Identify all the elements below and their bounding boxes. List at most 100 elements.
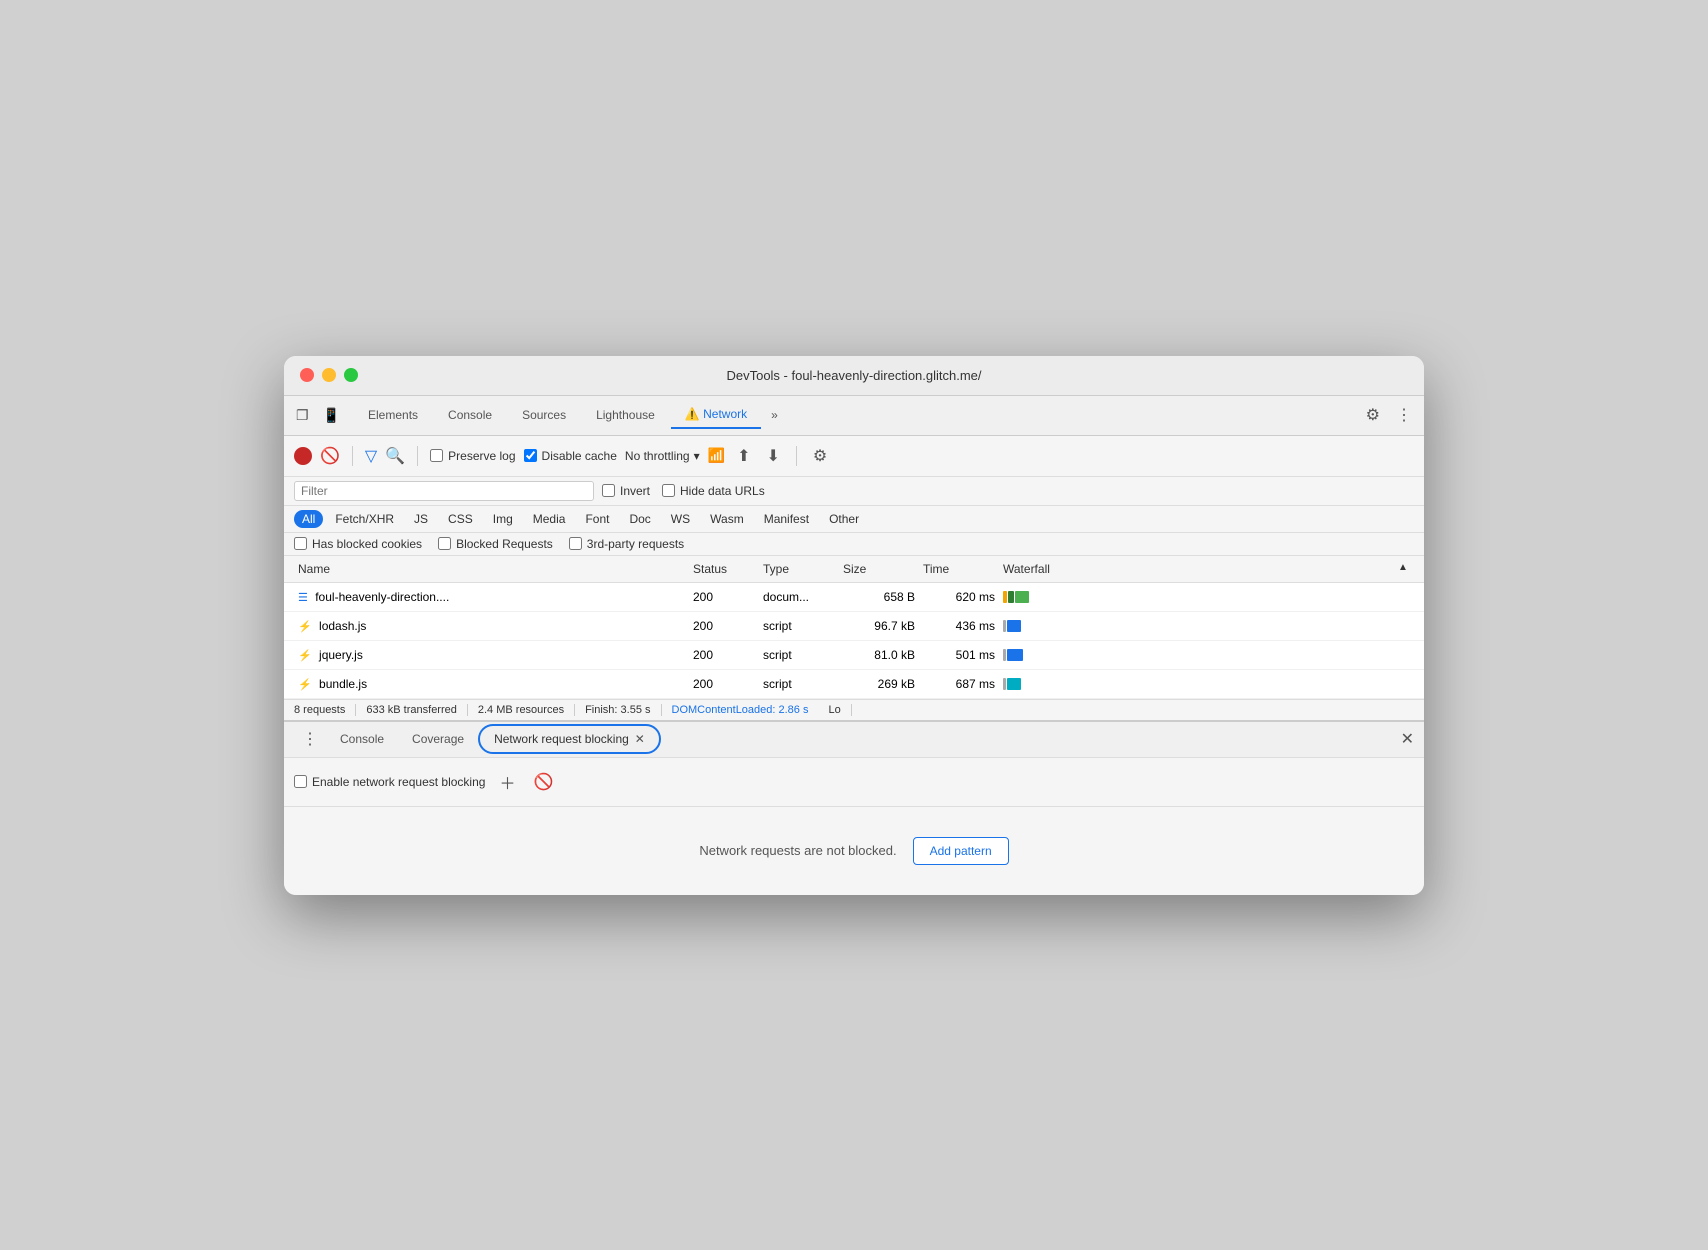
table-row[interactable]: ☰ foul-heavenly-direction.... 200 docum.… xyxy=(284,583,1424,612)
row-extra xyxy=(1394,624,1414,628)
add-pattern-icon[interactable]: ＋ xyxy=(495,766,519,798)
add-pattern-button[interactable]: Add pattern xyxy=(913,837,1009,865)
type-fetch-xhr[interactable]: Fetch/XHR xyxy=(327,510,402,528)
tab-console-bottom[interactable]: Console xyxy=(326,726,398,752)
device-icon[interactable]: 📱 xyxy=(319,403,344,428)
close-panel-icon[interactable]: ✕ xyxy=(1401,729,1414,749)
filter-bar: Invert Hide data URLs xyxy=(284,477,1424,506)
tab-close-icon[interactable]: ✕ xyxy=(635,732,645,746)
minimize-button[interactable] xyxy=(322,368,336,382)
col-size[interactable]: Size xyxy=(839,560,919,578)
status-bar: 8 requests 633 kB transferred 2.4 MB res… xyxy=(284,699,1424,720)
more-options-icon[interactable]: ⋮ xyxy=(1392,401,1416,429)
preserve-log-checkbox[interactable] xyxy=(430,449,443,462)
filter-input[interactable] xyxy=(294,481,594,501)
cursor-icon[interactable]: ❐ xyxy=(292,403,313,428)
disable-cache-checkbox[interactable] xyxy=(524,449,537,462)
type-ws[interactable]: WS xyxy=(663,510,698,528)
tab-console[interactable]: Console xyxy=(434,402,506,428)
window-controls xyxy=(300,368,358,382)
has-blocked-cookies-label[interactable]: Has blocked cookies xyxy=(294,537,422,551)
settings-icon[interactable]: ⚙ xyxy=(1362,401,1384,429)
tab-list: Elements Console Sources Lighthouse ⚠️ N… xyxy=(354,401,1362,429)
preserve-log-label[interactable]: Preserve log xyxy=(430,449,515,463)
type-css[interactable]: CSS xyxy=(440,510,481,528)
type-js[interactable]: JS xyxy=(406,510,436,528)
enable-blocking-checkbox[interactable] xyxy=(294,775,307,788)
type-doc[interactable]: Doc xyxy=(621,510,658,528)
hide-data-urls-label[interactable]: Hide data URLs xyxy=(662,484,765,498)
col-waterfall[interactable]: Waterfall xyxy=(999,560,1394,578)
clear-button[interactable]: 🚫 xyxy=(320,446,340,466)
type-filter-bar: All Fetch/XHR JS CSS Img Media Font Doc … xyxy=(284,506,1424,533)
type-img[interactable]: Img xyxy=(485,510,521,528)
sort-arrow[interactable]: ▲ xyxy=(1394,560,1414,578)
filter-button[interactable]: ▽ xyxy=(365,446,377,466)
network-settings-icon[interactable]: ⚙ xyxy=(809,442,831,470)
finish-time: Finish: 3.55 s xyxy=(575,704,661,716)
tab-coverage[interactable]: Coverage xyxy=(398,726,478,752)
doc-icon: ☰ xyxy=(298,591,308,604)
row-status: 200 xyxy=(689,588,759,606)
type-font[interactable]: Font xyxy=(577,510,617,528)
clear-patterns-icon[interactable]: 🚫 xyxy=(529,768,557,796)
toolbar-divider-1 xyxy=(352,446,353,466)
has-blocked-cookies-checkbox[interactable] xyxy=(294,537,307,550)
tab-lighthouse[interactable]: Lighthouse xyxy=(582,402,669,428)
type-all[interactable]: All xyxy=(294,510,323,528)
search-button[interactable]: 🔍 xyxy=(385,446,405,466)
dom-content-loaded: DOMContentLoaded: 2.86 s xyxy=(662,704,819,716)
row-status: 200 xyxy=(689,675,759,693)
tab-network[interactable]: ⚠️ Network xyxy=(671,401,761,429)
blocking-controls: Enable network request blocking ＋ 🚫 xyxy=(284,758,1424,807)
requests-count: 8 requests xyxy=(294,704,356,716)
invert-checkbox[interactable] xyxy=(602,484,615,497)
enable-blocking-label[interactable]: Enable network request blocking xyxy=(294,775,485,789)
bottom-panel: ⋮ Console Coverage Network request block… xyxy=(284,720,1424,895)
window-title: DevTools - foul-heavenly-direction.glitc… xyxy=(726,368,981,383)
invert-label[interactable]: Invert xyxy=(602,484,650,498)
type-other[interactable]: Other xyxy=(821,510,867,528)
third-party-checkbox[interactable] xyxy=(569,537,582,550)
table-row[interactable]: ⚡ bundle.js 200 script 269 kB 687 ms xyxy=(284,670,1424,699)
record-button[interactable] xyxy=(294,447,312,465)
col-status[interactable]: Status xyxy=(689,560,759,578)
transferred-size: 633 kB transferred xyxy=(356,704,468,716)
col-time[interactable]: Time xyxy=(919,560,999,578)
hide-data-urls-checkbox[interactable] xyxy=(662,484,675,497)
type-manifest[interactable]: Manifest xyxy=(756,510,817,528)
close-button[interactable] xyxy=(300,368,314,382)
col-type[interactable]: Type xyxy=(759,560,839,578)
bottom-tab-bar: ⋮ Console Coverage Network request block… xyxy=(284,722,1424,758)
tab-elements[interactable]: Elements xyxy=(354,402,432,428)
bottom-more-icon[interactable]: ⋮ xyxy=(294,725,326,753)
download-icon[interactable]: ⬇ xyxy=(762,442,783,470)
tabs-more-button[interactable]: » xyxy=(763,404,786,426)
type-media[interactable]: Media xyxy=(525,510,574,528)
row-waterfall xyxy=(999,587,1394,607)
filter-options: Invert Hide data URLs xyxy=(602,484,765,498)
js-icon: ⚡ xyxy=(298,649,312,662)
tab-sources[interactable]: Sources xyxy=(508,402,580,428)
row-extra xyxy=(1394,653,1414,657)
toolbar-divider-2 xyxy=(417,446,418,466)
row-size: 269 kB xyxy=(839,675,919,693)
third-party-label[interactable]: 3rd-party requests xyxy=(569,537,684,551)
row-name: ⚡ jquery.js xyxy=(294,646,689,664)
resources-size: 2.4 MB resources xyxy=(468,704,575,716)
col-name[interactable]: Name xyxy=(294,560,689,578)
network-table: Name Status Type Size Time Waterfall ▲ ☰… xyxy=(284,556,1424,699)
blocked-requests-checkbox[interactable] xyxy=(438,537,451,550)
row-waterfall xyxy=(999,616,1394,636)
tab-icons: ❐ 📱 xyxy=(292,403,344,428)
blocked-requests-label[interactable]: Blocked Requests xyxy=(438,537,553,551)
table-row[interactable]: ⚡ jquery.js 200 script 81.0 kB 501 ms xyxy=(284,641,1424,670)
table-row[interactable]: ⚡ lodash.js 200 script 96.7 kB 436 ms xyxy=(284,612,1424,641)
tab-network-request-blocking[interactable]: Network request blocking ✕ xyxy=(478,724,661,754)
throttle-select[interactable]: No throttling ▾ xyxy=(625,449,700,463)
disable-cache-label[interactable]: Disable cache xyxy=(524,449,617,463)
upload-icon[interactable]: ⬆ xyxy=(733,442,754,470)
maximize-button[interactable] xyxy=(344,368,358,382)
type-wasm[interactable]: Wasm xyxy=(702,510,752,528)
chevron-down-icon: ▾ xyxy=(694,449,700,463)
